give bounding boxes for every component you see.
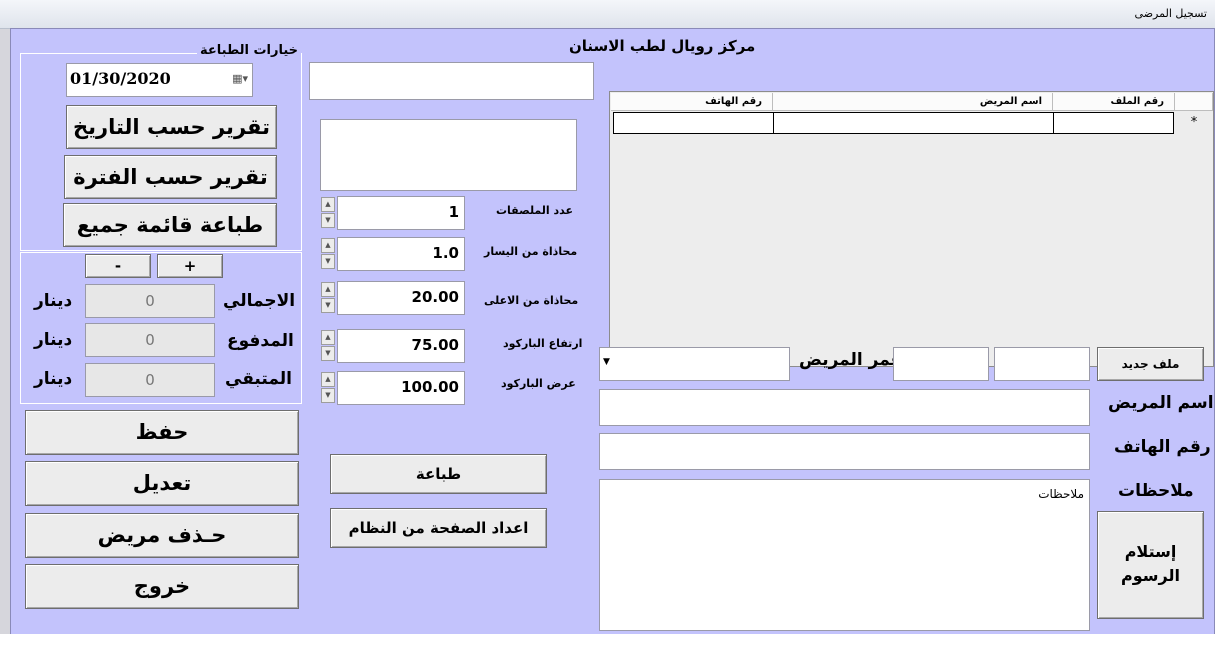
patient-name-label: اسم المريض	[1108, 393, 1214, 413]
grid-header-phone[interactable]: رقم الهاتف	[611, 93, 773, 111]
paid-field[interactable]: 0	[85, 323, 215, 357]
patient-dropdown[interactable]: ▼	[599, 347, 790, 381]
labels-count-label: عدد الملصقات	[496, 204, 574, 217]
patient-name-field[interactable]	[599, 389, 1090, 426]
barcode-height-field[interactable]: 75.00	[337, 329, 465, 363]
total-field[interactable]: 0	[85, 284, 215, 318]
labels-count-spinner[interactable]: ▲ ▼	[321, 196, 337, 228]
main-form: مركز رويال لطب الاسنان خيارات الطباعة 01…	[10, 28, 1215, 636]
receive-fees-label-line2: الرسوم	[1121, 566, 1180, 585]
barcode-preview-area[interactable]	[320, 119, 577, 191]
paid-currency: دينار	[34, 330, 73, 350]
window-titlebar: تسجيل المرضى	[0, 0, 1215, 29]
date-picker[interactable]: 01/30/2020 ▦▾	[66, 63, 253, 97]
left-align-spinner[interactable]: ▲ ▼	[321, 237, 337, 269]
taskbar-strip	[0, 634, 1215, 647]
print-options-legend: خيارات الطباعة	[197, 43, 302, 58]
page-setup-button[interactable]: اعداد الصفحة من النظام	[330, 508, 547, 548]
barcode-text-field[interactable]	[309, 62, 594, 100]
remaining-field[interactable]: 0	[85, 363, 215, 397]
minus-button[interactable]: -	[85, 254, 151, 278]
barcode-height-spinner[interactable]: ▲ ▼	[321, 329, 337, 361]
paid-label: المدفوع	[227, 331, 294, 351]
total-currency: دينار	[34, 291, 73, 311]
exit-button[interactable]: خروج	[25, 564, 299, 609]
grid-header-file-no[interactable]: رقم الملف	[1053, 93, 1175, 111]
grid-cell-file-no[interactable]	[1053, 112, 1174, 134]
receive-fees-label-line1: إستلام	[1124, 542, 1177, 561]
print-barcode-button[interactable]: طباعة	[330, 454, 547, 494]
top-align-label: محاذاة من الاعلى	[484, 294, 579, 307]
receive-fees-button[interactable]: إستلام الرسوم	[1097, 511, 1204, 619]
grid-cell-patient-name[interactable]	[773, 112, 1054, 134]
barcode-height-label: ارتفاع الباركود	[503, 337, 583, 350]
file-number-field[interactable]	[994, 347, 1090, 381]
window-title: تسجيل المرضى	[1134, 7, 1207, 20]
remaining-currency: دينار	[34, 369, 73, 389]
left-align-label: محاذاة من اليسار	[484, 245, 578, 258]
top-align-field[interactable]: 20.00	[337, 281, 465, 315]
calendar-dropdown-icon[interactable]: ▦▾	[232, 72, 248, 85]
dropdown-arrow-icon[interactable]: ▼	[603, 357, 610, 367]
patients-grid[interactable]: رقم الملف اسم المريض رقم الهاتف *	[609, 91, 1214, 367]
age-field[interactable]	[893, 347, 989, 381]
grid-new-row-marker[interactable]: *	[1175, 112, 1213, 134]
remaining-label: المتبقي	[225, 369, 292, 389]
plus-button[interactable]: +	[157, 254, 223, 278]
notes-field[interactable]: ملاحظات	[599, 479, 1090, 631]
edit-button[interactable]: تعديل	[25, 461, 299, 506]
date-value: 01/30/2020	[70, 69, 171, 88]
labels-count-field[interactable]: 1	[337, 196, 465, 230]
notes-label: ملاحظات	[1118, 481, 1194, 501]
barcode-width-label: عرض الباركود	[501, 377, 576, 390]
print-all-list-button[interactable]: طباعة قائمة جميع	[63, 203, 277, 247]
barcode-width-field[interactable]: 100.00	[337, 371, 465, 405]
phone-field[interactable]	[599, 433, 1090, 470]
total-label: الاجمالي	[223, 291, 296, 311]
new-file-button[interactable]: ملف جديد	[1097, 347, 1204, 381]
barcode-width-spinner[interactable]: ▲ ▼	[321, 371, 337, 403]
left-align-field[interactable]: 1.0	[337, 237, 465, 271]
phone-label: رقم الهاتف	[1114, 437, 1211, 457]
clinic-name: مركز رويال لطب الاسنان	[569, 37, 756, 55]
top-align-spinner[interactable]: ▲ ▼	[321, 281, 337, 313]
age-label: عمر المريض	[799, 350, 903, 370]
save-button[interactable]: حفظ	[25, 410, 299, 455]
report-by-period-button[interactable]: تقرير حسب الفترة	[64, 155, 277, 199]
grid-header-corner	[1175, 93, 1213, 111]
delete-patient-button[interactable]: حـذف مريض	[25, 513, 299, 558]
notes-value: ملاحظات	[1038, 487, 1084, 501]
report-by-date-button[interactable]: تقرير حسب التاريخ	[66, 105, 277, 149]
grid-header-patient-name[interactable]: اسم المريض	[773, 93, 1053, 111]
grid-cell-phone[interactable]	[613, 112, 774, 134]
